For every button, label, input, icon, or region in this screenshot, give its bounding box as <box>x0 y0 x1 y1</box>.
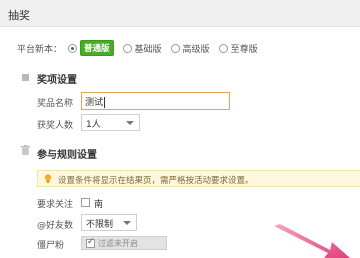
version-advanced-label: 高级版 <box>182 44 210 55</box>
zombie-fans-label: 僵尸粉 <box>37 241 65 251</box>
at-friends-value: 不限制 <box>86 220 114 230</box>
trash-icon <box>21 145 30 155</box>
follow-required-label: 要求关注 <box>37 200 74 210</box>
pointer-arrow-graphic <box>274 224 350 258</box>
zombie-filter-toggle[interactable]: 过滤未开启 <box>81 236 167 250</box>
zombie-filter-checkbox[interactable] <box>86 237 95 248</box>
chevron-down-icon <box>123 221 131 225</box>
follow-option-label: 南 <box>94 200 104 210</box>
winners-count-select[interactable]: 1人 <box>81 114 140 131</box>
prize-section-title: 奖项设置 <box>37 75 77 86</box>
platform-version-row: 平台新本： 普通版 基础版 高级版 至尊版 <box>17 40 267 56</box>
rules-tip-text: 设置条件将显示在结果页，需严格按活动要求设置。 <box>58 176 254 186</box>
prize-section-icon <box>22 74 29 81</box>
radio-advanced[interactable] <box>170 43 180 53</box>
rules-tip-banner: 设置条件将显示在结果页，需严格按活动要求设置。 <box>37 170 360 187</box>
version-option-advanced[interactable]: 高级版 <box>170 42 210 55</box>
chevron-down-icon <box>126 121 134 125</box>
rules-section-title: 参与规则设置 <box>37 150 97 161</box>
prize-name-value: 测试 <box>85 98 104 108</box>
version-premium-label: 至尊版 <box>230 44 258 55</box>
window-title: 抽奖 <box>8 9 30 22</box>
version-option-premium[interactable]: 至尊版 <box>218 42 258 55</box>
version-standard-label: 普通版 <box>80 40 114 56</box>
at-friends-label: @好友数 <box>37 221 74 231</box>
winners-count-label: 获奖人数 <box>37 121 74 131</box>
text-caret <box>104 97 106 108</box>
title-bar: 抽奖 <box>0 0 360 27</box>
zombie-filter-value: 过滤未开启 <box>98 239 138 248</box>
winners-count-value: 1人 <box>86 120 101 130</box>
at-friends-select[interactable]: 不限制 <box>81 214 137 231</box>
lightbulb-icon <box>44 174 52 183</box>
version-basic-label: 基础版 <box>134 44 162 55</box>
follow-checkbox[interactable] <box>81 198 90 207</box>
prize-name-label: 奖品名称 <box>37 99 74 109</box>
version-option-standard[interactable]: 普通版 <box>68 40 114 56</box>
version-option-basic[interactable]: 基础版 <box>122 42 162 55</box>
prize-name-input[interactable]: 测试 <box>81 92 230 110</box>
radio-premium[interactable] <box>218 43 228 53</box>
radio-basic[interactable] <box>122 43 132 53</box>
platform-version-label: 平台新本： <box>17 44 63 55</box>
radio-standard[interactable] <box>68 43 78 53</box>
